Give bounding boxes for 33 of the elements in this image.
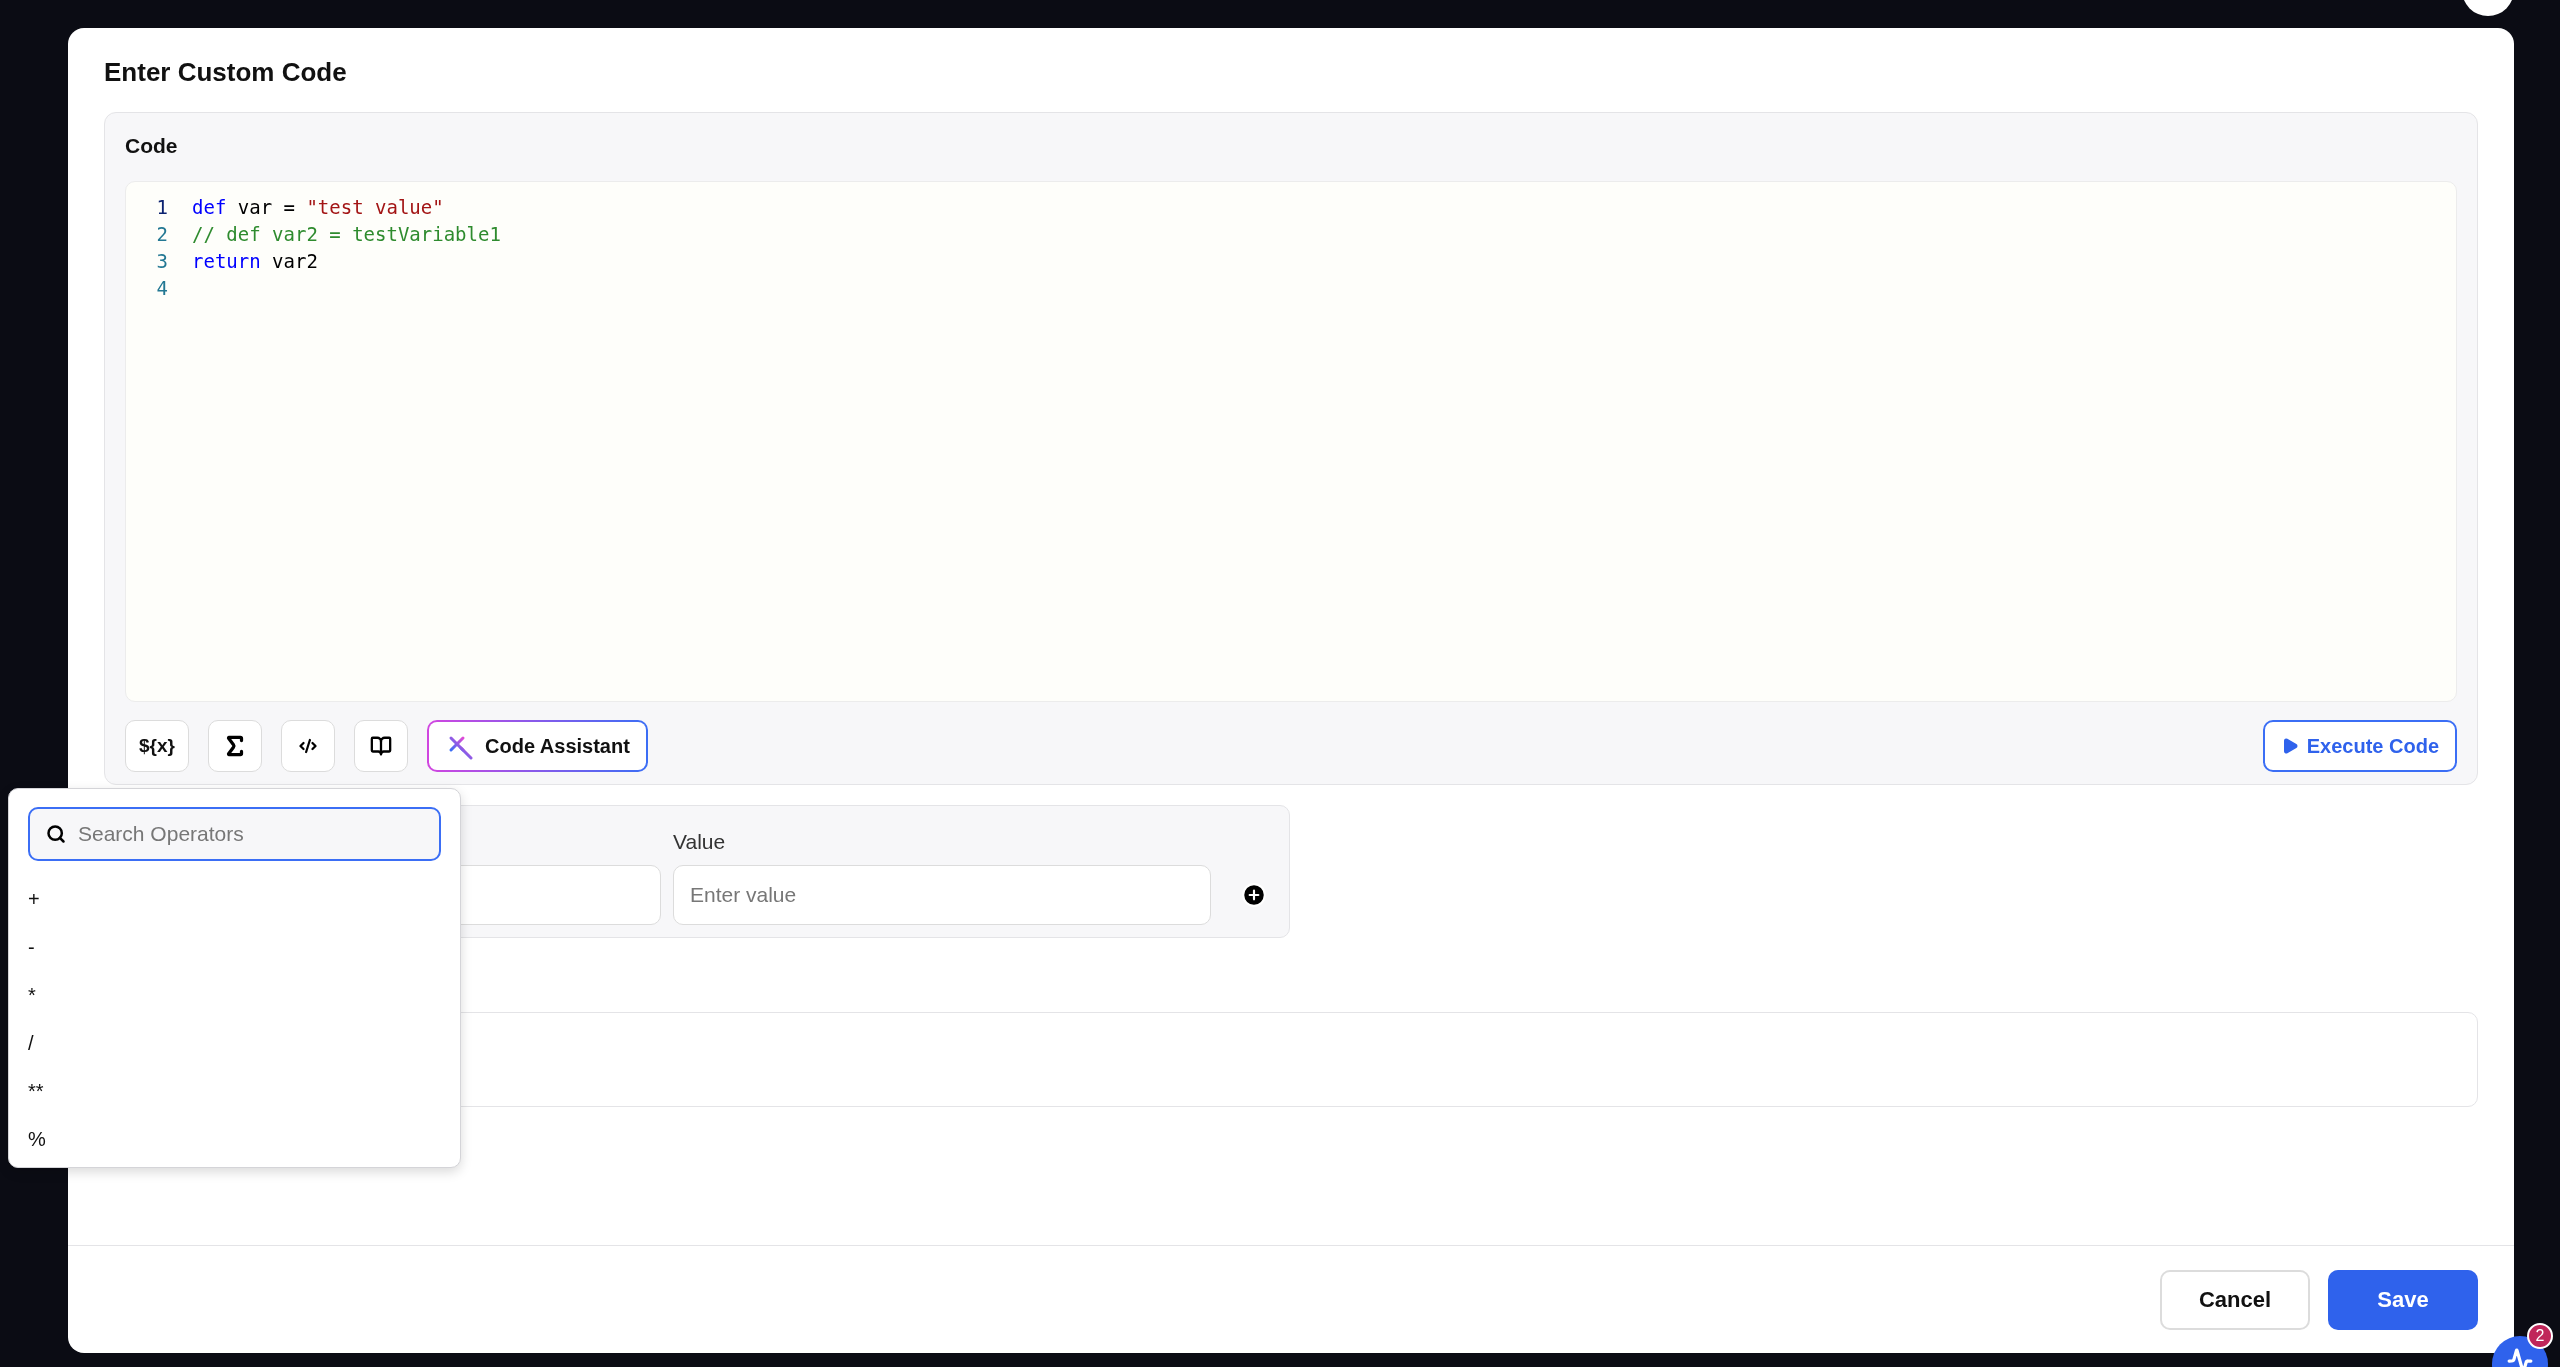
variable-button[interactable]: ${x}	[125, 720, 189, 772]
operator-search-field[interactable]: Search Operators	[28, 807, 441, 861]
code-icon	[299, 737, 317, 755]
cancel-button[interactable]: Cancel	[2160, 1269, 2310, 1330]
code-line: def var = "test value"	[192, 195, 444, 221]
value-input[interactable]: Enter value	[673, 865, 1211, 925]
operator-option[interactable]: /	[28, 1019, 34, 1067]
code-button[interactable]	[281, 720, 335, 772]
line-number: 2	[155, 222, 168, 248]
notification-badge: 2	[2527, 1323, 2553, 1349]
sum-button[interactable]	[208, 720, 262, 772]
operator-option[interactable]: %	[28, 1115, 46, 1163]
line-number: 1	[155, 195, 168, 221]
code-assistant-button[interactable]: Code Assistant	[429, 722, 646, 770]
operator-option[interactable]: **	[28, 1067, 44, 1115]
book-icon	[370, 735, 392, 757]
pulse-icon	[2507, 1348, 2533, 1367]
code-label: Code	[125, 133, 179, 159]
value-label: Value	[673, 829, 727, 855]
execute-code-button[interactable]: Execute Code	[2262, 720, 2457, 772]
line-number: 3	[155, 249, 168, 275]
operator-option[interactable]: -	[28, 923, 35, 971]
save-button[interactable]: Save	[2328, 1269, 2478, 1330]
code-line: // def var2 = testVariable1	[192, 222, 501, 248]
code-line: return var2	[192, 249, 318, 275]
book-button[interactable]	[354, 720, 408, 772]
code-editor[interactable]: 1 def var = "test value" 2 // def var2 = testVariable1 3 return var2 4	[125, 181, 2457, 702]
operator-option[interactable]: *	[28, 971, 36, 1019]
line-number: 4	[155, 276, 168, 302]
operator-option[interactable]: +	[28, 875, 40, 923]
search-icon	[46, 824, 66, 844]
add-icon	[1241, 882, 1267, 908]
dialog-title: Enter Custom Code	[104, 56, 348, 88]
